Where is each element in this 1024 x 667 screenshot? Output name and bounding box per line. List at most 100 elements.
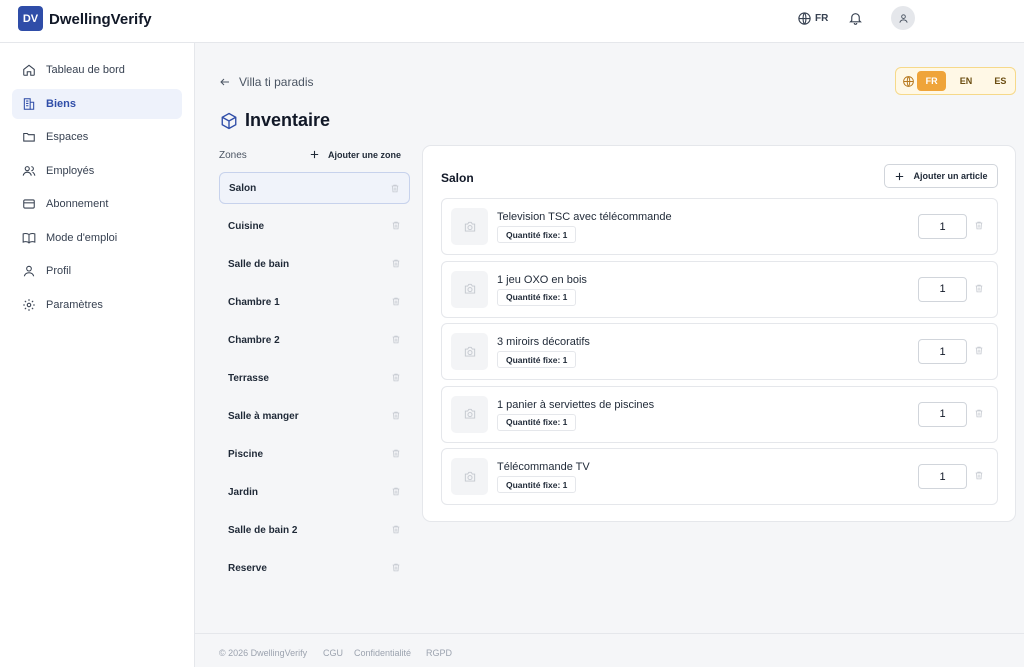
add-item-label: Ajouter un article — [913, 171, 988, 181]
item-name: 3 miroirs décoratifs — [497, 336, 590, 348]
avatar[interactable] — [891, 6, 915, 30]
item-photo-placeholder[interactable] — [451, 208, 488, 245]
trash-icon[interactable] — [391, 410, 401, 421]
trash-icon[interactable] — [391, 372, 401, 383]
back-link[interactable]: Villa ti paradis — [219, 75, 313, 89]
zone-name: Salle à manger — [228, 410, 299, 422]
fixed-quantity-badge: Quantité fixe: 1 — [497, 351, 577, 368]
copyright: © 2026 DwellingVerify — [219, 648, 308, 658]
trash-icon[interactable] — [974, 470, 984, 481]
language-code: FR — [815, 13, 829, 24]
zone-item[interactable]: Salle à manger — [219, 400, 410, 432]
credit-card-icon — [22, 197, 36, 211]
zone-name: Terrasse — [228, 372, 269, 384]
sidebar-item-dashboard[interactable]: Tableau de bord — [12, 55, 182, 85]
zone-item[interactable]: Chambre 1 — [219, 286, 410, 318]
footer-link-rgpd[interactable]: RGPD — [426, 648, 452, 658]
camera-icon — [462, 345, 478, 359]
building-icon — [22, 97, 36, 111]
sidebar-item-label: Abonnement — [46, 198, 109, 210]
camera-icon — [462, 470, 478, 484]
gear-icon — [22, 298, 36, 312]
language-option-en[interactable]: EN — [951, 71, 980, 91]
plus-icon — [894, 171, 905, 182]
folder-icon — [22, 130, 36, 144]
back-link-label: Villa ti paradis — [239, 75, 314, 89]
inventory-item: Télécommande TV Quantité fixe: 1 — [441, 448, 998, 505]
zone-name: Salle de bain — [228, 258, 290, 270]
sidebar: Tableau de bord Biens Espaces Employés A… — [0, 43, 195, 667]
language-selector[interactable]: FR — [797, 11, 828, 26]
item-photo-placeholder[interactable] — [451, 270, 488, 308]
trash-icon[interactable] — [391, 486, 401, 497]
footer-link-privacy[interactable]: Confidentialité — [354, 648, 411, 658]
zone-item[interactable]: Cuisine — [219, 210, 410, 242]
item-name: 1 panier à serviettes de piscines — [497, 398, 655, 411]
sidebar-item-label: Biens — [46, 98, 76, 110]
inventory-item: 1 panier à serviettes de piscines Quantit… — [441, 385, 998, 443]
zone-item[interactable]: Piscine — [219, 438, 410, 470]
quantity-input[interactable] — [918, 464, 967, 489]
item-photo-placeholder[interactable] — [451, 395, 488, 433]
zone-item[interactable]: Terrasse — [219, 362, 410, 394]
fixed-quantity-badge: Quantité fixe: 1 — [497, 226, 577, 243]
camera-icon — [462, 407, 478, 421]
sidebar-item-user-guide[interactable]: Mode d'emploi — [12, 223, 182, 253]
trash-icon[interactable] — [974, 283, 984, 294]
zone-item[interactable]: Salle de bain — [219, 248, 410, 280]
quantity-input[interactable] — [918, 339, 967, 364]
sidebar-item-subscription[interactable]: Abonnement — [12, 189, 182, 219]
trash-icon[interactable] — [391, 220, 401, 231]
item-name: Television TSC avec télécommande — [497, 211, 672, 223]
trash-icon[interactable] — [391, 524, 401, 535]
users-icon — [22, 164, 36, 178]
sidebar-item-spaces[interactable]: Espaces — [12, 122, 182, 152]
zone-item[interactable]: Jardin — [219, 476, 410, 508]
trash-icon[interactable] — [391, 562, 401, 573]
language-switcher: FR EN ES — [895, 67, 1016, 95]
bell-icon[interactable] — [848, 10, 863, 26]
quantity-input[interactable] — [918, 276, 967, 302]
trash-icon[interactable] — [974, 220, 984, 231]
zone-item[interactable]: Salon — [219, 172, 410, 204]
sidebar-item-label: Tableau de bord — [46, 64, 125, 76]
zone-item[interactable]: Reserve — [219, 552, 410, 584]
zone-name: Salon — [229, 182, 257, 194]
camera-icon — [462, 282, 478, 296]
language-option-fr[interactable]: FR — [917, 71, 947, 91]
sidebar-item-properties[interactable]: Biens — [12, 89, 182, 119]
zone-name: Cuisine — [228, 220, 265, 232]
quantity-input[interactable] — [918, 401, 967, 427]
item-photo-placeholder[interactable] — [451, 458, 488, 495]
trash-icon[interactable] — [390, 183, 400, 194]
zone-name: Jardin — [228, 486, 259, 498]
add-zone-button[interactable]: Ajouter une zone — [309, 149, 401, 160]
sidebar-item-profile[interactable]: Profil — [12, 256, 182, 286]
zone-item[interactable]: Chambre 2 — [219, 324, 410, 356]
footer-link-cgu[interactable]: CGU — [323, 648, 343, 658]
trash-icon[interactable] — [391, 258, 401, 269]
logo-badge[interactable]: DV — [18, 6, 43, 31]
zone-name: Chambre 1 — [228, 296, 280, 308]
zone-item[interactable]: Salle de bain 2 — [219, 514, 410, 546]
add-item-button[interactable]: Ajouter un article — [884, 164, 998, 188]
plus-icon — [309, 149, 320, 160]
language-option-es[interactable]: ES — [986, 71, 1015, 91]
zone-name: Piscine — [228, 448, 264, 460]
item-name: 1 jeu OXO en bois — [497, 273, 587, 286]
trash-icon[interactable] — [391, 448, 401, 459]
zones-label: Zones — [219, 150, 247, 161]
fixed-quantity-badge: Quantité fixe: 1 — [497, 288, 577, 306]
sidebar-item-employees[interactable]: Employés — [12, 156, 182, 186]
app-name[interactable]: DwellingVerify — [49, 11, 152, 28]
item-photo-placeholder[interactable] — [451, 333, 488, 370]
trash-icon[interactable] — [974, 408, 984, 419]
quantity-input[interactable] — [918, 214, 967, 239]
fixed-quantity-badge: Quantité fixe: 1 — [497, 476, 577, 493]
trash-icon[interactable] — [974, 345, 984, 356]
sidebar-item-label: Profil — [46, 265, 72, 277]
trash-icon[interactable] — [391, 334, 401, 345]
top-bar: DV DwellingVerify FR — [0, 0, 1024, 43]
trash-icon[interactable] — [391, 296, 401, 307]
sidebar-item-settings[interactable]: Paramètres — [12, 290, 182, 320]
